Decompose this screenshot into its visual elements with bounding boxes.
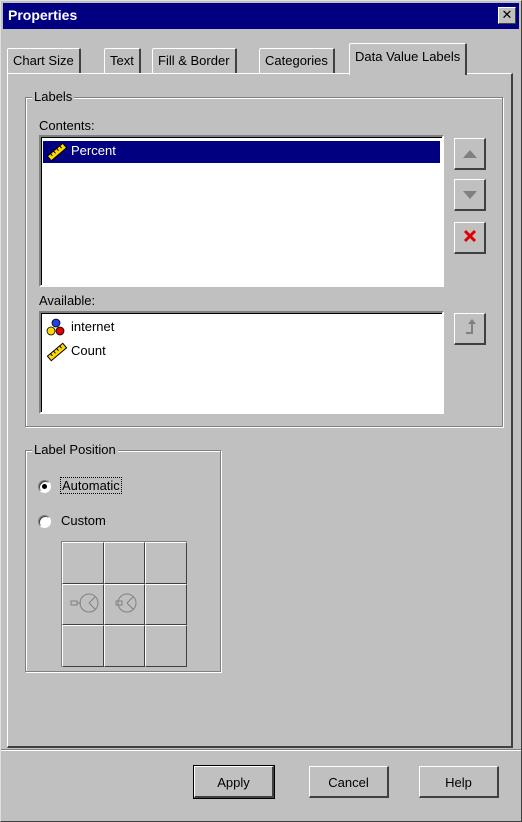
tab-fill-border[interactable]: Fill & Border (152, 48, 237, 74)
tab-label: Categories (265, 53, 328, 68)
close-button[interactable]: ✕ (498, 7, 516, 24)
tab-label: Fill & Border (158, 53, 230, 68)
tab-label: Data Value Labels (355, 49, 461, 64)
tab-chart-size[interactable]: Chart Size (7, 48, 81, 74)
tab-text[interactable]: Text (104, 48, 141, 74)
footer-divider (1, 749, 521, 751)
help-button[interactable]: Help (419, 766, 499, 798)
tab-data-value-labels[interactable]: Data Value Labels (349, 43, 468, 75)
title-bar: Properties ✕ (3, 3, 519, 29)
tab-categories[interactable]: Categories (259, 48, 335, 74)
close-icon: ✕ (501, 7, 513, 22)
help-button-label: Help (445, 775, 472, 790)
cancel-button[interactable]: Cancel (309, 766, 389, 798)
properties-dialog: Properties ✕ Chart Size Text Fill & Bord… (0, 0, 522, 822)
tab-panel (7, 73, 513, 748)
apply-button-label: Apply (217, 775, 250, 790)
tab-label: Chart Size (13, 53, 74, 68)
cancel-button-label: Cancel (328, 775, 369, 790)
window-title: Properties (8, 7, 78, 23)
tab-label: Text (110, 53, 134, 68)
apply-button[interactable]: Apply (193, 765, 275, 799)
